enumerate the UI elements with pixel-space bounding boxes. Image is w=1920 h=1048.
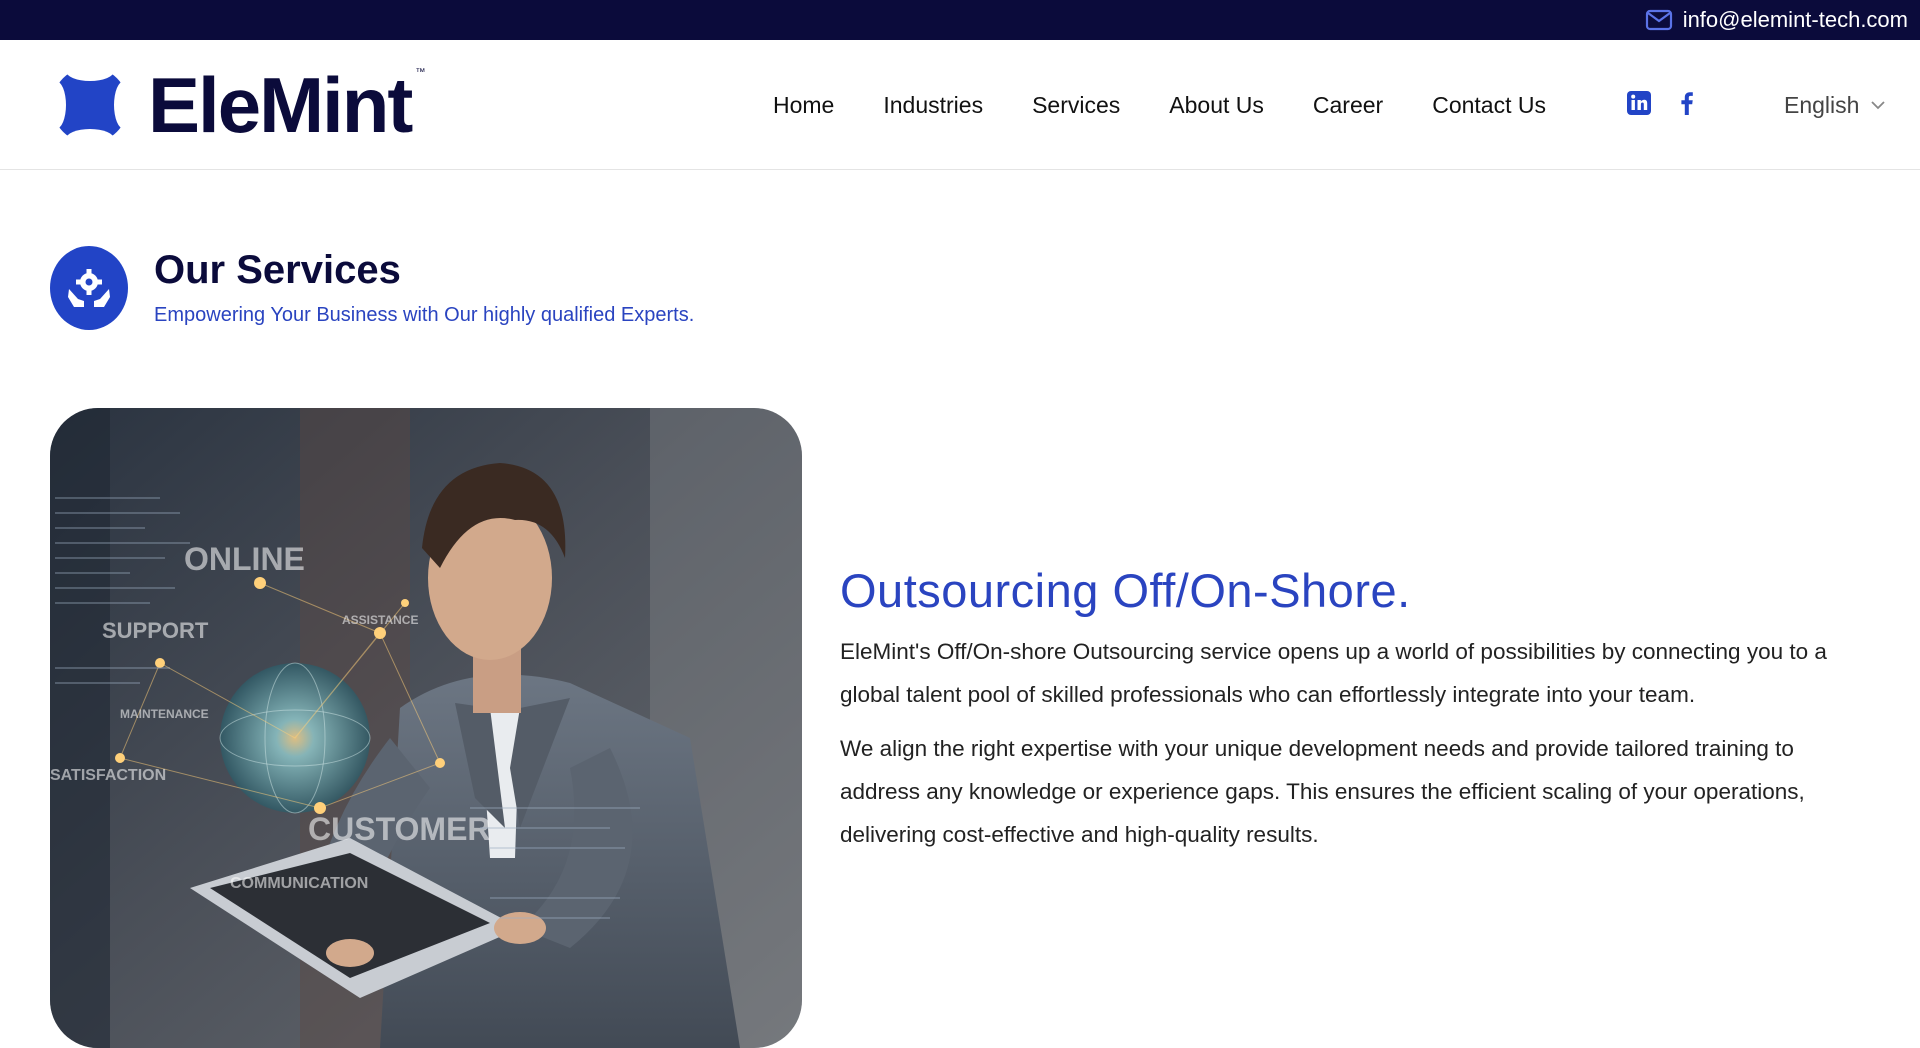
section-title: Our Services <box>154 248 401 292</box>
businessman-laptop-illustration: ONLINE SUPPORT CUSTOMER SATISFACTION COM… <box>50 408 802 1048</box>
brand-logo[interactable]: EleMint ™ <box>50 62 425 148</box>
brand-name-text: EleMint <box>148 61 413 149</box>
section-subtitle: Empowering Your Business with Our highly… <box>154 304 695 326</box>
contact-email-link[interactable]: info@elemint-tech.com <box>1645 7 1908 33</box>
hero-image: ONLINE SUPPORT CUSTOMER SATISFACTION COM… <box>50 408 802 1048</box>
overlay-online: ONLINE <box>184 541 305 577</box>
site-header: EleMint ™ Home Industries Services About… <box>0 40 1920 170</box>
nav-services[interactable]: Services <box>1032 92 1120 119</box>
trademark-symbol: ™ <box>415 67 426 78</box>
overlay-assistance: ASSISTANCE <box>342 613 418 627</box>
nav-contact-us[interactable]: Contact Us <box>1432 92 1546 119</box>
gear-hand-icon <box>68 269 110 307</box>
chevron-down-icon <box>1871 101 1886 110</box>
linkedin-icon[interactable] <box>1626 90 1652 116</box>
service-title: Outsourcing Off/On-Shore. <box>840 564 1411 617</box>
main-nav: Home Industries Services About Us Career… <box>773 40 1546 170</box>
service-paragraph-2: We align the right expertise with your u… <box>840 736 1805 847</box>
mail-icon <box>1645 9 1672 31</box>
service-paragraph-1: EleMint's Off/On-shore Outsourcing servi… <box>840 639 1827 707</box>
social-links <box>1626 90 1700 116</box>
language-label: English <box>1784 91 1860 118</box>
nav-career[interactable]: Career <box>1313 92 1383 119</box>
nav-industries[interactable]: Industries <box>883 92 983 119</box>
overlay-support: SUPPORT <box>102 618 209 643</box>
section-header: Our Services Empowering Your Business wi… <box>50 246 694 330</box>
overlay-satisfaction: SATISFACTION <box>50 767 166 784</box>
top-bar: info@elemint-tech.com <box>0 0 1920 40</box>
overlay-maintenance: MAINTENANCE <box>120 707 209 721</box>
facebook-icon[interactable] <box>1674 90 1700 116</box>
services-badge <box>50 246 128 330</box>
overlay-communication: COMMUNICATION <box>230 875 368 892</box>
nav-about-us[interactable]: About Us <box>1169 92 1264 119</box>
language-selector[interactable]: English <box>1784 40 1887 170</box>
logo-mark-icon <box>50 62 130 148</box>
brand-name: EleMint ™ <box>148 66 425 144</box>
nav-home[interactable]: Home <box>773 92 834 119</box>
email-text: info@elemint-tech.com <box>1682 7 1908 32</box>
service-content: Outsourcing Off/On-Shore. EleMint's Off/… <box>840 560 1870 856</box>
overlay-customer: CUSTOMER <box>308 811 491 847</box>
